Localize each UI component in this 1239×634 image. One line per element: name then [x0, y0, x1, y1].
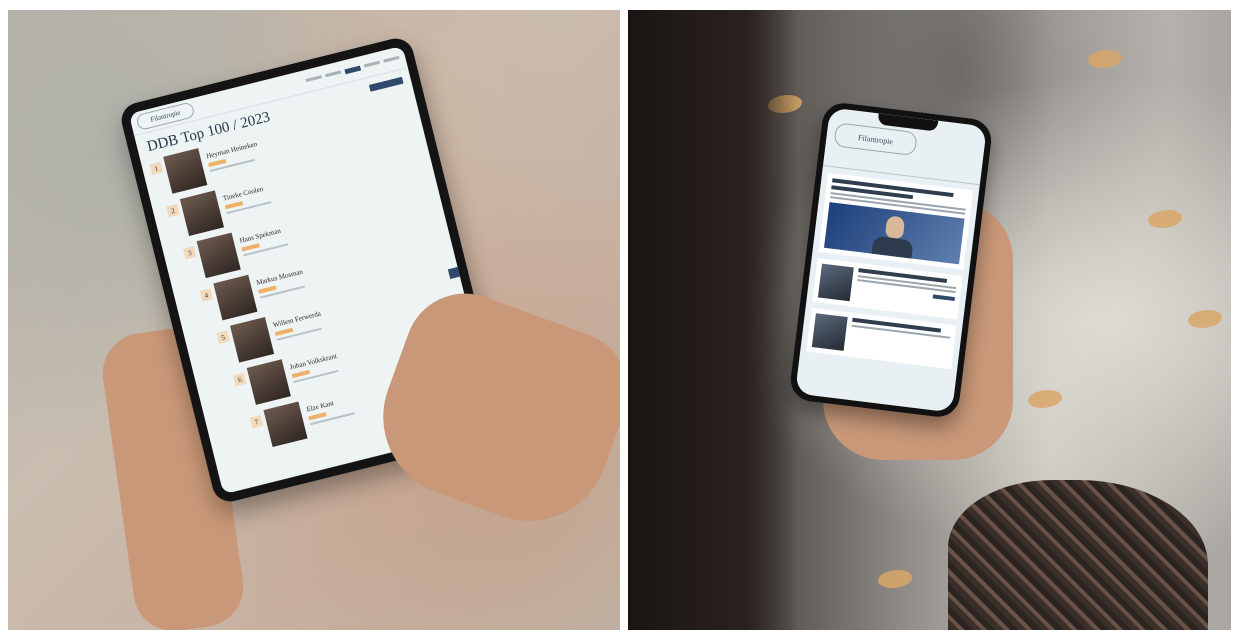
- side-tab-button[interactable]: [447, 265, 464, 280]
- article-thumbnail: [817, 263, 854, 302]
- nav-item[interactable]: [305, 74, 322, 82]
- person-body: [871, 235, 914, 259]
- person-name[interactable]: Hans Spekman: [239, 226, 286, 245]
- rank-badge: 7: [249, 415, 264, 429]
- article-thumbnail: [811, 313, 848, 351]
- article-summary: [849, 317, 951, 364]
- phone-device: Filantropie: [788, 100, 994, 420]
- rank-badge: 6: [233, 372, 247, 387]
- rank-badge: 4: [199, 288, 214, 302]
- autumn-leaf: [1088, 50, 1122, 68]
- nav-item-active[interactable]: [344, 65, 362, 74]
- tablet-photo: Filantropie DDB Top 100 / 2023 1 Heyman H…: [8, 10, 620, 630]
- nav-item[interactable]: [383, 55, 400, 63]
- nav-item[interactable]: [363, 60, 380, 68]
- person-head: [884, 215, 906, 240]
- phone-screen: Filantropie: [795, 107, 987, 413]
- autumn-leaf: [1148, 210, 1182, 228]
- nav-item[interactable]: [324, 69, 342, 77]
- person-name[interactable]: Willem Ferwerda: [272, 310, 321, 330]
- article-summary: [855, 268, 957, 314]
- autumn-leaf: [1188, 310, 1222, 328]
- tweed-sleeve: [948, 480, 1208, 630]
- person-name[interactable]: Elze Kant: [306, 395, 353, 413]
- rank-badge: 1: [149, 161, 163, 176]
- person-name[interactable]: Johan Volkskrant: [289, 352, 338, 371]
- person-name[interactable]: Tineke Coolen: [222, 184, 269, 203]
- article-card[interactable]: [818, 172, 974, 270]
- rank-badge: 5: [216, 330, 230, 344]
- article-card[interactable]: [806, 307, 957, 370]
- rank-badge: 2: [166, 203, 180, 218]
- autumn-leaf: [1028, 390, 1062, 408]
- phone-photo: Filantropie: [628, 10, 1231, 630]
- person-name[interactable]: Markus Mosman: [256, 268, 304, 287]
- read-more-button[interactable]: [932, 294, 955, 302]
- rank-badge: 3: [183, 246, 197, 260]
- hair-foreground: [628, 10, 798, 630]
- autumn-leaf: [878, 570, 912, 588]
